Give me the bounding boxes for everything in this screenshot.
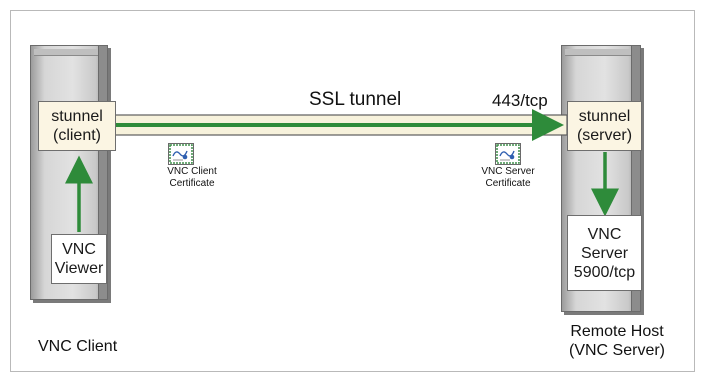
server-certificate-line2: Certificate <box>485 178 531 189</box>
remote-host-caption-line1: Remote Host <box>570 323 664 340</box>
ssl-tunnel-label: SSL tunnel <box>309 89 402 110</box>
client-certificate-icon <box>168 143 194 165</box>
server-stunnel-box: stunnel (server) <box>567 101 642 151</box>
client-stunnel-line1: stunnel <box>51 108 103 125</box>
server-stunnel-line1: stunnel <box>578 108 631 125</box>
vnc-server-line3: 5900/tcp <box>573 263 636 281</box>
client-stunnel-line2: (client) <box>52 127 101 144</box>
server-stunnel-line2: (server) <box>576 127 633 144</box>
vnc-viewer-box: VNC Viewer <box>51 234 107 284</box>
vnc-viewer-line1: VNC <box>62 241 96 258</box>
client-certificate-line2: Certificate <box>169 178 215 189</box>
vnc-viewer-line2: Viewer <box>54 260 104 277</box>
tunnel-port-label: 443/tcp <box>492 91 548 110</box>
vnc-server-line1: VNC <box>587 225 622 243</box>
server-certificate-line1: VNC Server <box>481 166 535 177</box>
server-certificate-icon <box>495 143 521 165</box>
vnc-server-line2: Server <box>580 244 629 262</box>
server-certificate-caption: VNC Server Certificate <box>463 166 553 190</box>
client-certificate-caption: VNC Client Certificate <box>147 166 237 190</box>
remote-host-caption: Remote Host (VNC Server) <box>557 322 677 360</box>
client-stunnel-box: stunnel (client) <box>38 101 116 151</box>
client-certificate-line1: VNC Client <box>167 166 217 177</box>
remote-host-caption-line2: (VNC Server) <box>568 342 665 359</box>
vnc-server-box: VNC Server 5900/tcp <box>567 215 642 291</box>
vnc-client-caption: VNC Client <box>38 338 118 355</box>
